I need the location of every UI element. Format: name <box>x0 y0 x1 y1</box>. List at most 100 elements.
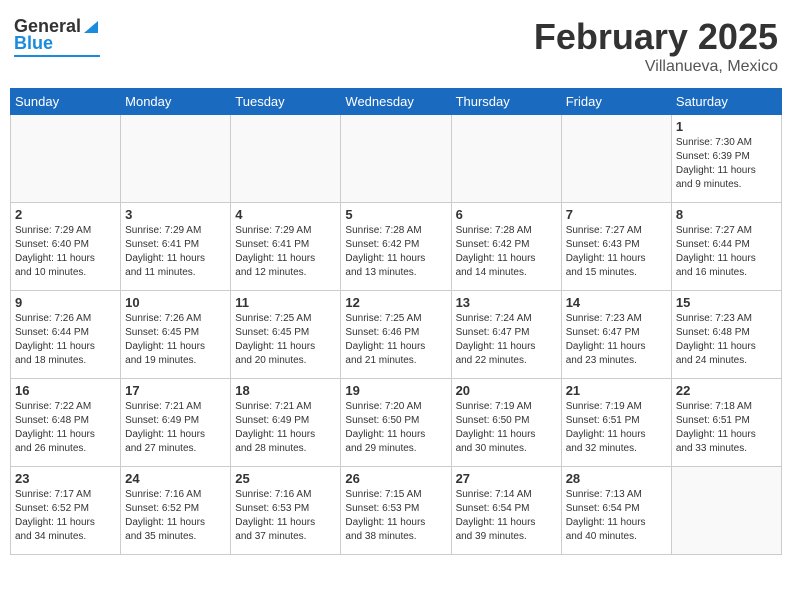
day-info: Sunrise: 7:19 AM Sunset: 6:50 PM Dayligh… <box>456 400 557 456</box>
calendar-cell: 14 Sunrise: 7:23 AM Sunset: 6:47 PM Dayli… <box>561 291 671 379</box>
calendar-cell <box>341 115 451 203</box>
day-info: Sunrise: 7:17 AM Sunset: 6:52 PM Dayligh… <box>15 488 116 544</box>
day-info: Sunrise: 7:14 AM Sunset: 6:54 PM Dayligh… <box>456 488 557 544</box>
day-info: Sunrise: 7:25 AM Sunset: 6:45 PM Dayligh… <box>235 312 336 368</box>
logo-blue-text: Blue <box>14 33 53 53</box>
calendar-title-block: February 2025 Villanueva, Mexico <box>534 16 778 76</box>
weekday-header-sunday: Sunday <box>11 89 121 115</box>
calendar-cell: 26 Sunrise: 7:15 AM Sunset: 6:53 PM Dayli… <box>341 467 451 555</box>
day-info: Sunrise: 7:23 AM Sunset: 6:48 PM Dayligh… <box>676 312 777 368</box>
calendar-cell: 22Sunrise: 7:18 AM Sunset: 6:51 PM Dayli… <box>671 379 781 467</box>
day-number: 12 <box>345 295 446 310</box>
calendar-cell: 2 Sunrise: 7:29 AM Sunset: 6:40 PM Daylig… <box>11 203 121 291</box>
page-header: General Blue February 2025 Villanueva, M… <box>10 10 782 82</box>
day-number: 24 <box>125 471 226 486</box>
day-info: Sunrise: 7:27 AM Sunset: 6:44 PM Dayligh… <box>676 224 777 280</box>
weekday-header-monday: Monday <box>121 89 231 115</box>
calendar-cell <box>671 467 781 555</box>
calendar-cell: 7 Sunrise: 7:27 AM Sunset: 6:43 PM Daylig… <box>561 203 671 291</box>
day-number: 10 <box>125 295 226 310</box>
calendar-cell: 16 Sunrise: 7:22 AM Sunset: 6:48 PM Dayli… <box>11 379 121 467</box>
day-number: 16 <box>15 383 116 398</box>
calendar-cell: 23 Sunrise: 7:17 AM Sunset: 6:52 PM Dayli… <box>11 467 121 555</box>
calendar-cell: 1 Sunrise: 7:30 AM Sunset: 6:39 PM Daylig… <box>671 115 781 203</box>
calendar-cell: 4 Sunrise: 7:29 AM Sunset: 6:41 PM Daylig… <box>231 203 341 291</box>
calendar-cell: 5Sunrise: 7:28 AM Sunset: 6:42 PM Daylig… <box>341 203 451 291</box>
calendar-cell: 21Sunrise: 7:19 AM Sunset: 6:51 PM Dayli… <box>561 379 671 467</box>
calendar-cell: 8 Sunrise: 7:27 AM Sunset: 6:44 PM Daylig… <box>671 203 781 291</box>
calendar-cell <box>561 115 671 203</box>
calendar-cell: 10Sunrise: 7:26 AM Sunset: 6:45 PM Dayli… <box>121 291 231 379</box>
calendar-week-row: 23 Sunrise: 7:17 AM Sunset: 6:52 PM Dayli… <box>11 467 782 555</box>
day-number: 15 <box>676 295 777 310</box>
day-number: 13 <box>456 295 557 310</box>
weekday-header-wednesday: Wednesday <box>341 89 451 115</box>
day-info: Sunrise: 7:18 AM Sunset: 6:51 PM Dayligh… <box>676 400 777 456</box>
calendar-week-row: 2 Sunrise: 7:29 AM Sunset: 6:40 PM Daylig… <box>11 203 782 291</box>
calendar-cell: 15 Sunrise: 7:23 AM Sunset: 6:48 PM Dayli… <box>671 291 781 379</box>
day-info: Sunrise: 7:21 AM Sunset: 6:49 PM Dayligh… <box>125 400 226 456</box>
day-number: 9 <box>15 295 116 310</box>
calendar-cell: 17 Sunrise: 7:21 AM Sunset: 6:49 PM Dayli… <box>121 379 231 467</box>
day-number: 8 <box>676 207 777 222</box>
day-number: 26 <box>345 471 446 486</box>
day-number: 2 <box>15 207 116 222</box>
calendar-cell: 25 Sunrise: 7:16 AM Sunset: 6:53 PM Dayli… <box>231 467 341 555</box>
day-info: Sunrise: 7:29 AM Sunset: 6:41 PM Dayligh… <box>235 224 336 280</box>
weekday-header-tuesday: Tuesday <box>231 89 341 115</box>
day-number: 3 <box>125 207 226 222</box>
day-number: 25 <box>235 471 336 486</box>
calendar-week-row: 16 Sunrise: 7:22 AM Sunset: 6:48 PM Dayli… <box>11 379 782 467</box>
weekday-header-row: SundayMondayTuesdayWednesdayThursdayFrid… <box>11 89 782 115</box>
calendar-location: Villanueva, Mexico <box>534 58 778 76</box>
day-number: 18 <box>235 383 336 398</box>
calendar-cell <box>11 115 121 203</box>
day-info: Sunrise: 7:15 AM Sunset: 6:53 PM Dayligh… <box>345 488 446 544</box>
calendar-cell: 6 Sunrise: 7:28 AM Sunset: 6:42 PM Daylig… <box>451 203 561 291</box>
day-info: Sunrise: 7:28 AM Sunset: 6:42 PM Dayligh… <box>345 224 446 280</box>
day-info: Sunrise: 7:27 AM Sunset: 6:43 PM Dayligh… <box>566 224 667 280</box>
day-number: 7 <box>566 207 667 222</box>
day-number: 17 <box>125 383 226 398</box>
logo-underline <box>14 55 100 57</box>
calendar-cell <box>231 115 341 203</box>
calendar-table: SundayMondayTuesdayWednesdayThursdayFrid… <box>10 88 782 555</box>
day-number: 21 <box>566 383 667 398</box>
logo-triangle-icon <box>82 17 100 35</box>
day-info: Sunrise: 7:13 AM Sunset: 6:54 PM Dayligh… <box>566 488 667 544</box>
calendar-week-row: 9Sunrise: 7:26 AM Sunset: 6:44 PM Daylig… <box>11 291 782 379</box>
day-number: 28 <box>566 471 667 486</box>
calendar-cell: 12 Sunrise: 7:25 AM Sunset: 6:46 PM Dayli… <box>341 291 451 379</box>
day-info: Sunrise: 7:30 AM Sunset: 6:39 PM Dayligh… <box>676 136 777 192</box>
day-info: Sunrise: 7:24 AM Sunset: 6:47 PM Dayligh… <box>456 312 557 368</box>
calendar-cell: 27 Sunrise: 7:14 AM Sunset: 6:54 PM Dayli… <box>451 467 561 555</box>
day-number: 23 <box>15 471 116 486</box>
calendar-cell: 19 Sunrise: 7:20 AM Sunset: 6:50 PM Dayli… <box>341 379 451 467</box>
day-info: Sunrise: 7:20 AM Sunset: 6:50 PM Dayligh… <box>345 400 446 456</box>
calendar-cell: 3Sunrise: 7:29 AM Sunset: 6:41 PM Daylig… <box>121 203 231 291</box>
day-number: 4 <box>235 207 336 222</box>
weekday-header-friday: Friday <box>561 89 671 115</box>
day-info: Sunrise: 7:23 AM Sunset: 6:47 PM Dayligh… <box>566 312 667 368</box>
weekday-header-saturday: Saturday <box>671 89 781 115</box>
weekday-header-thursday: Thursday <box>451 89 561 115</box>
calendar-cell: 11Sunrise: 7:25 AM Sunset: 6:45 PM Dayli… <box>231 291 341 379</box>
day-number: 14 <box>566 295 667 310</box>
day-info: Sunrise: 7:16 AM Sunset: 6:52 PM Dayligh… <box>125 488 226 544</box>
day-info: Sunrise: 7:29 AM Sunset: 6:40 PM Dayligh… <box>15 224 116 280</box>
calendar-cell: 24 Sunrise: 7:16 AM Sunset: 6:52 PM Dayli… <box>121 467 231 555</box>
day-info: Sunrise: 7:22 AM Sunset: 6:48 PM Dayligh… <box>15 400 116 456</box>
day-info: Sunrise: 7:25 AM Sunset: 6:46 PM Dayligh… <box>345 312 446 368</box>
day-info: Sunrise: 7:16 AM Sunset: 6:53 PM Dayligh… <box>235 488 336 544</box>
calendar-cell <box>451 115 561 203</box>
calendar-cell <box>121 115 231 203</box>
day-number: 1 <box>676 119 777 134</box>
day-number: 6 <box>456 207 557 222</box>
calendar-cell: 20Sunrise: 7:19 AM Sunset: 6:50 PM Dayli… <box>451 379 561 467</box>
calendar-cell: 28 Sunrise: 7:13 AM Sunset: 6:54 PM Dayli… <box>561 467 671 555</box>
day-number: 19 <box>345 383 446 398</box>
day-info: Sunrise: 7:28 AM Sunset: 6:42 PM Dayligh… <box>456 224 557 280</box>
calendar-cell: 18Sunrise: 7:21 AM Sunset: 6:49 PM Dayli… <box>231 379 341 467</box>
logo: General Blue <box>14 16 100 57</box>
day-number: 27 <box>456 471 557 486</box>
